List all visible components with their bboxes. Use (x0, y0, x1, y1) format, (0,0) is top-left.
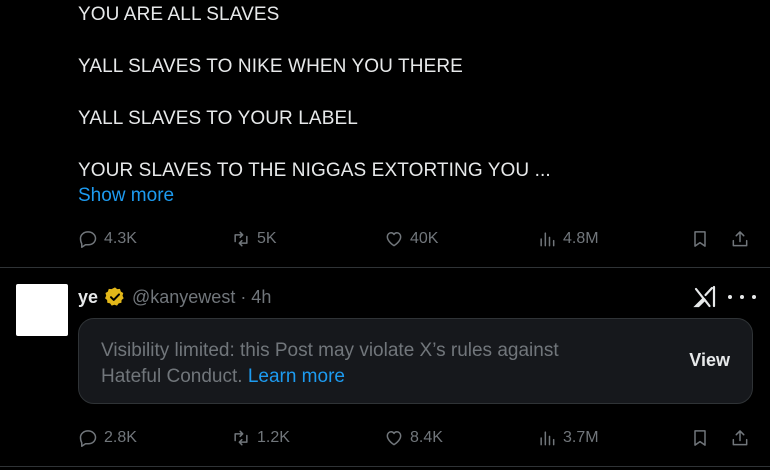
more-icon[interactable] (728, 290, 756, 304)
share-button[interactable] (730, 428, 750, 448)
reply-count: 4.3K (104, 230, 137, 247)
reply-icon (79, 430, 97, 447)
notice-text-block: Visibility limited: this Post may violat… (101, 338, 621, 390)
views-button[interactable]: 4.8M (537, 229, 599, 249)
views-icon (540, 431, 555, 446)
bookmark-icon (694, 430, 706, 446)
avatar[interactable] (16, 284, 68, 336)
post-actions-bar: 4.3K 5K 40K 4.8M (78, 229, 758, 253)
reply-button[interactable]: 2.8K (78, 428, 137, 448)
reply-button[interactable]: 4.3K (78, 229, 137, 249)
like-count: 8.4K (410, 429, 443, 446)
repost-icon (234, 231, 248, 247)
author-name[interactable]: ye (78, 287, 98, 308)
visibility-limited-notice: Visibility limited: this Post may violat… (78, 318, 753, 404)
share-icon (732, 430, 748, 446)
reply-count: 2.8K (104, 429, 137, 446)
bookmark-icon (694, 231, 706, 247)
like-icon (386, 232, 402, 247)
views-icon (540, 232, 555, 247)
post-text-line: YALL SLAVES TO NIKE WHEN YOU THERE (78, 56, 463, 77)
show-more-link[interactable]: Show more (78, 185, 174, 207)
learn-more-link[interactable]: Learn more (248, 366, 345, 387)
like-button[interactable]: 40K (384, 229, 438, 249)
post-text-line: YOUR SLAVES TO THE NIGGAS EXTORTING YOU … (78, 160, 551, 181)
repost-button[interactable]: 1.2K (231, 428, 290, 448)
author-handle-time[interactable]: @kanyewest · 4h (132, 287, 271, 308)
post-divider (0, 466, 770, 467)
views-button[interactable]: 3.7M (537, 428, 599, 448)
grok-icon[interactable] (693, 284, 719, 310)
share-icon (732, 231, 748, 247)
repost-icon (234, 430, 248, 446)
bookmark-button[interactable] (690, 229, 710, 249)
views-count: 3.7M (563, 429, 599, 446)
repost-count: 5K (257, 230, 277, 247)
verified-badge-icon (105, 287, 124, 306)
like-icon (386, 431, 402, 446)
repost-count: 1.2K (257, 429, 290, 446)
like-count: 40K (410, 230, 439, 247)
like-button[interactable]: 8.4K (384, 428, 443, 448)
repost-button[interactable]: 5K (231, 229, 277, 249)
views-count: 4.8M (563, 230, 599, 247)
post-text-line: YOU ARE ALL SLAVES (78, 4, 280, 25)
post-text-line: YALL SLAVES TO YOUR LABEL (78, 108, 358, 129)
share-button[interactable] (730, 229, 750, 249)
view-button[interactable]: View (689, 350, 730, 371)
post-divider (0, 267, 770, 268)
reply-icon (79, 231, 97, 248)
bookmark-button[interactable] (690, 428, 710, 448)
post-actions-bar: 2.8K 1.2K 8.4K 3.7M (78, 428, 758, 452)
